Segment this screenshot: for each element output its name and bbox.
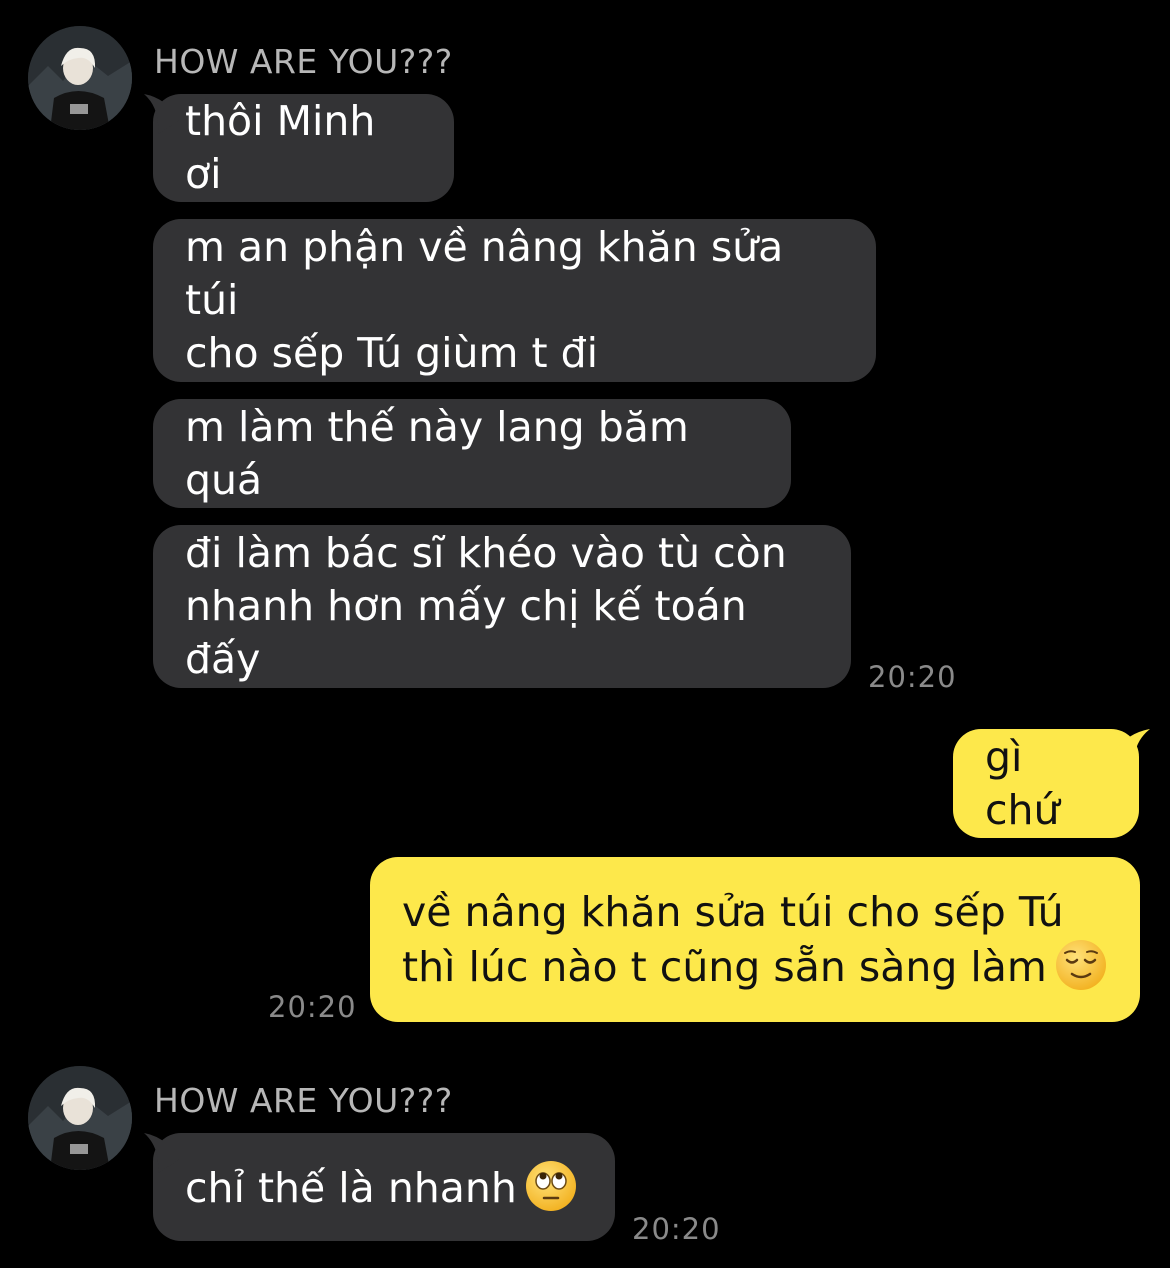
bubble-tail-icon	[144, 1133, 180, 1173]
message-bubble[interactable]: chỉ thế là nhanh	[153, 1133, 615, 1241]
message-text: thôi Minh ơi	[185, 97, 376, 198]
sender-name: HOW ARE YOU???	[154, 42, 453, 81]
message-text: m an phận về nâng khăn sửa túi cho sếp T…	[185, 223, 784, 377]
message-bubble[interactable]: m làm thế này lang băm quá	[153, 399, 791, 508]
message-bubble[interactable]: đi làm bác sĩ khéo vào tù còn nhanh hơn …	[153, 525, 851, 688]
avatar[interactable]	[28, 26, 132, 130]
sender-name: HOW ARE YOU???	[154, 1081, 453, 1120]
message-text: về nâng khăn sửa túi cho sếp Tú thì lúc …	[402, 886, 1107, 994]
message-timestamp: 20:20	[632, 1212, 721, 1246]
message-bubble[interactable]: thôi Minh ơi	[153, 94, 454, 202]
message-bubble[interactable]: m an phận về nâng khăn sửa túi cho sếp T…	[153, 219, 876, 382]
profile-photo-avatar-icon	[28, 1066, 132, 1170]
message-line-text: về nâng khăn sửa túi cho sếp Tú thì lúc …	[402, 887, 1064, 991]
message-line-text: chỉ thế là nhanh	[185, 1163, 517, 1212]
message-text: m làm thế này lang băm quá	[185, 402, 689, 504]
message-timestamp: 20:20	[868, 660, 957, 694]
bubble-tail-icon	[1112, 729, 1150, 769]
message-text: chỉ thế là nhanh	[185, 1160, 577, 1215]
message-text: gì chứ	[985, 732, 1060, 834]
relieved-face-emoji-icon	[1055, 939, 1106, 990]
eye-roll-face-emoji-icon	[525, 1160, 576, 1211]
message-bubble[interactable]: về nâng khăn sửa túi cho sếp Tú thì lúc …	[370, 857, 1140, 1022]
bubble-tail-icon	[144, 94, 180, 134]
avatar[interactable]	[28, 1066, 132, 1170]
message-text: đi làm bác sĩ khéo vào tù còn nhanh hơn …	[185, 529, 787, 683]
profile-photo-avatar-icon	[28, 26, 132, 130]
message-timestamp: 20:20	[268, 990, 357, 1024]
